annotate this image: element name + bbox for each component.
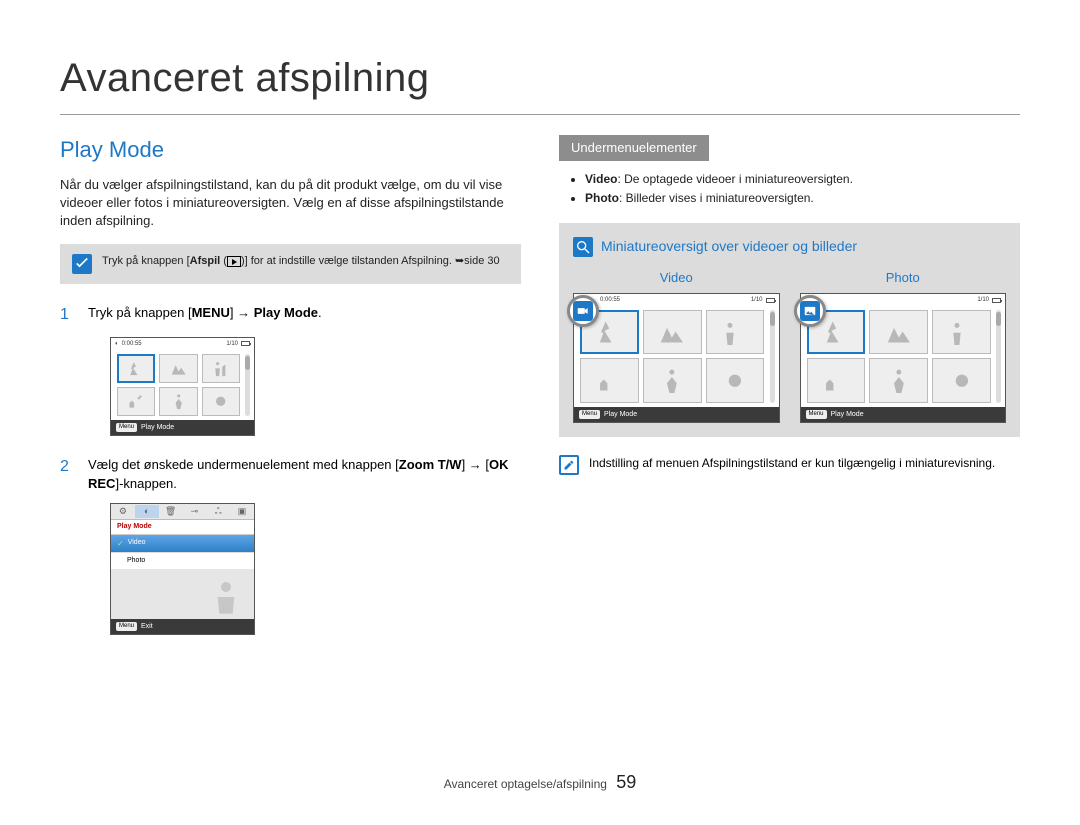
right-column: Undermenuelementer Video: De optagede vi…: [559, 135, 1020, 750]
page-footer: Avanceret optagelse/afspilning 59: [60, 750, 1020, 795]
tip-callout: Tryk på knappen [Afspil ()] for at indst…: [60, 244, 521, 284]
menu-heading: Play Mode: [111, 520, 254, 535]
battery-icon: [241, 341, 250, 346]
menu-tab[interactable]: ▣: [230, 505, 254, 518]
menu-tab-active[interactable]: ◐: [135, 505, 159, 518]
screenshot-video-grid: 0:00:55 1/10: [573, 293, 780, 423]
breadcrumb: Avanceret optagelse/afspilning: [444, 777, 607, 791]
battery-icon: [766, 298, 775, 303]
menu-tab[interactable]: ⚙: [111, 505, 135, 518]
thumbnail[interactable]: [807, 358, 866, 402]
manual-page: Avanceret afspilning Play Mode Når du væ…: [0, 0, 1080, 825]
check-icon: ✓: [117, 538, 124, 549]
menu-tab[interactable]: ஃ: [206, 505, 230, 518]
section-heading: Play Mode: [60, 135, 521, 166]
step-number: 2: [60, 456, 74, 492]
thumbnail[interactable]: [159, 354, 197, 383]
thumbnail[interactable]: [117, 354, 155, 383]
submenu-bullet-list: Video: De optagede videoer i miniatureov…: [559, 171, 1020, 207]
mode-circle-icon: ◐: [115, 340, 119, 348]
step-2: 2 Vælg det ønskede undermenuelement med …: [60, 456, 521, 492]
preview-label: Photo: [800, 269, 1007, 287]
thumbnail[interactable]: [580, 358, 639, 402]
pencil-note-icon: [559, 455, 579, 475]
preview-label: Video: [573, 269, 780, 287]
thumbnail[interactable]: [643, 358, 702, 402]
menu-button-label[interactable]: Menu: [579, 410, 600, 418]
tip-text: Tryk på knappen [Afspil ()] for at indst…: [102, 254, 500, 269]
magnifier-icon: [573, 237, 593, 257]
scrollbar[interactable]: [245, 354, 250, 415]
preview-heading: Miniatureoversigt over videoer og billed…: [573, 237, 1006, 257]
preview-video: Video 0:00:55 1/10: [573, 269, 780, 424]
preview-callout: Miniatureoversigt over videoer og billed…: [559, 223, 1020, 438]
thumbnail[interactable]: [932, 310, 991, 354]
menu-tab[interactable]: ⊸: [182, 505, 206, 518]
thumbnail[interactable]: [159, 387, 197, 416]
thumbnail[interactable]: [202, 354, 240, 383]
thumbnail[interactable]: [202, 387, 240, 416]
left-column: Play Mode Når du vælger afspilningstilst…: [60, 135, 521, 750]
screenshot-menu: ⚙ ◐ 🗑 ⊸ ஃ ▣ Play Mode ✓Video Photo MenuE…: [110, 503, 255, 636]
photo-mode-icon: [800, 301, 820, 321]
menu-button-label[interactable]: Menu: [806, 410, 827, 418]
title-divider: [60, 114, 1020, 115]
mode-badge-photo: [794, 295, 826, 327]
page-title: Avanceret afspilning: [60, 50, 1020, 106]
step-number: 1: [60, 304, 74, 326]
preview-photo: Photo 1/10: [800, 269, 1007, 424]
thumbnail[interactable]: [706, 358, 765, 402]
menu-item-selected[interactable]: ✓Video: [111, 535, 254, 552]
thumbnail[interactable]: [869, 310, 928, 354]
screenshot-thumbnail-grid: ◐0:00:55 1/10 MenuPlay Mode: [110, 337, 255, 437]
mode-badge-video: [567, 295, 599, 327]
thumbnail[interactable]: [117, 387, 155, 416]
note: Indstilling af menuen Afspilningstilstan…: [559, 455, 1020, 475]
thumbnail[interactable]: [932, 358, 991, 402]
battery-icon: [992, 298, 1001, 303]
step-1: 1 Tryk på knappen [MENU] → Play Mode.: [60, 304, 521, 326]
intro-paragraph: Når du vælger afspilningstilstand, kan d…: [60, 176, 521, 231]
video-mode-icon: [573, 301, 593, 321]
scrollbar[interactable]: [996, 310, 1001, 402]
step-body: Vælg det ønskede undermenuelement med kn…: [88, 456, 521, 492]
menu-tab[interactable]: 🗑: [159, 505, 183, 518]
note-text: Indstilling af menuen Afspilningstilstan…: [589, 455, 995, 472]
menu-button-label[interactable]: Menu: [116, 423, 137, 431]
list-item: Video: De optagede videoer i miniatureov…: [585, 171, 1020, 188]
thumbnail[interactable]: [869, 358, 928, 402]
submenu-heading: Undermenuelementer: [559, 135, 709, 161]
step-body: Tryk på knappen [MENU] → Play Mode.: [88, 304, 521, 326]
menu-item[interactable]: Photo: [111, 552, 254, 569]
scrollbar[interactable]: [770, 310, 775, 402]
check-icon: [72, 254, 92, 274]
two-column-layout: Play Mode Når du vælger afspilningstilst…: [60, 135, 1020, 750]
thumbnail[interactable]: [643, 310, 702, 354]
page-number: 59: [616, 772, 636, 792]
screenshot-photo-grid: 1/10: [800, 293, 1007, 423]
thumbnail[interactable]: [706, 310, 765, 354]
menu-button-label[interactable]: Menu: [116, 622, 137, 630]
play-icon: [227, 256, 241, 267]
list-item: Photo: Billeder vises i miniatureoversig…: [585, 190, 1020, 207]
